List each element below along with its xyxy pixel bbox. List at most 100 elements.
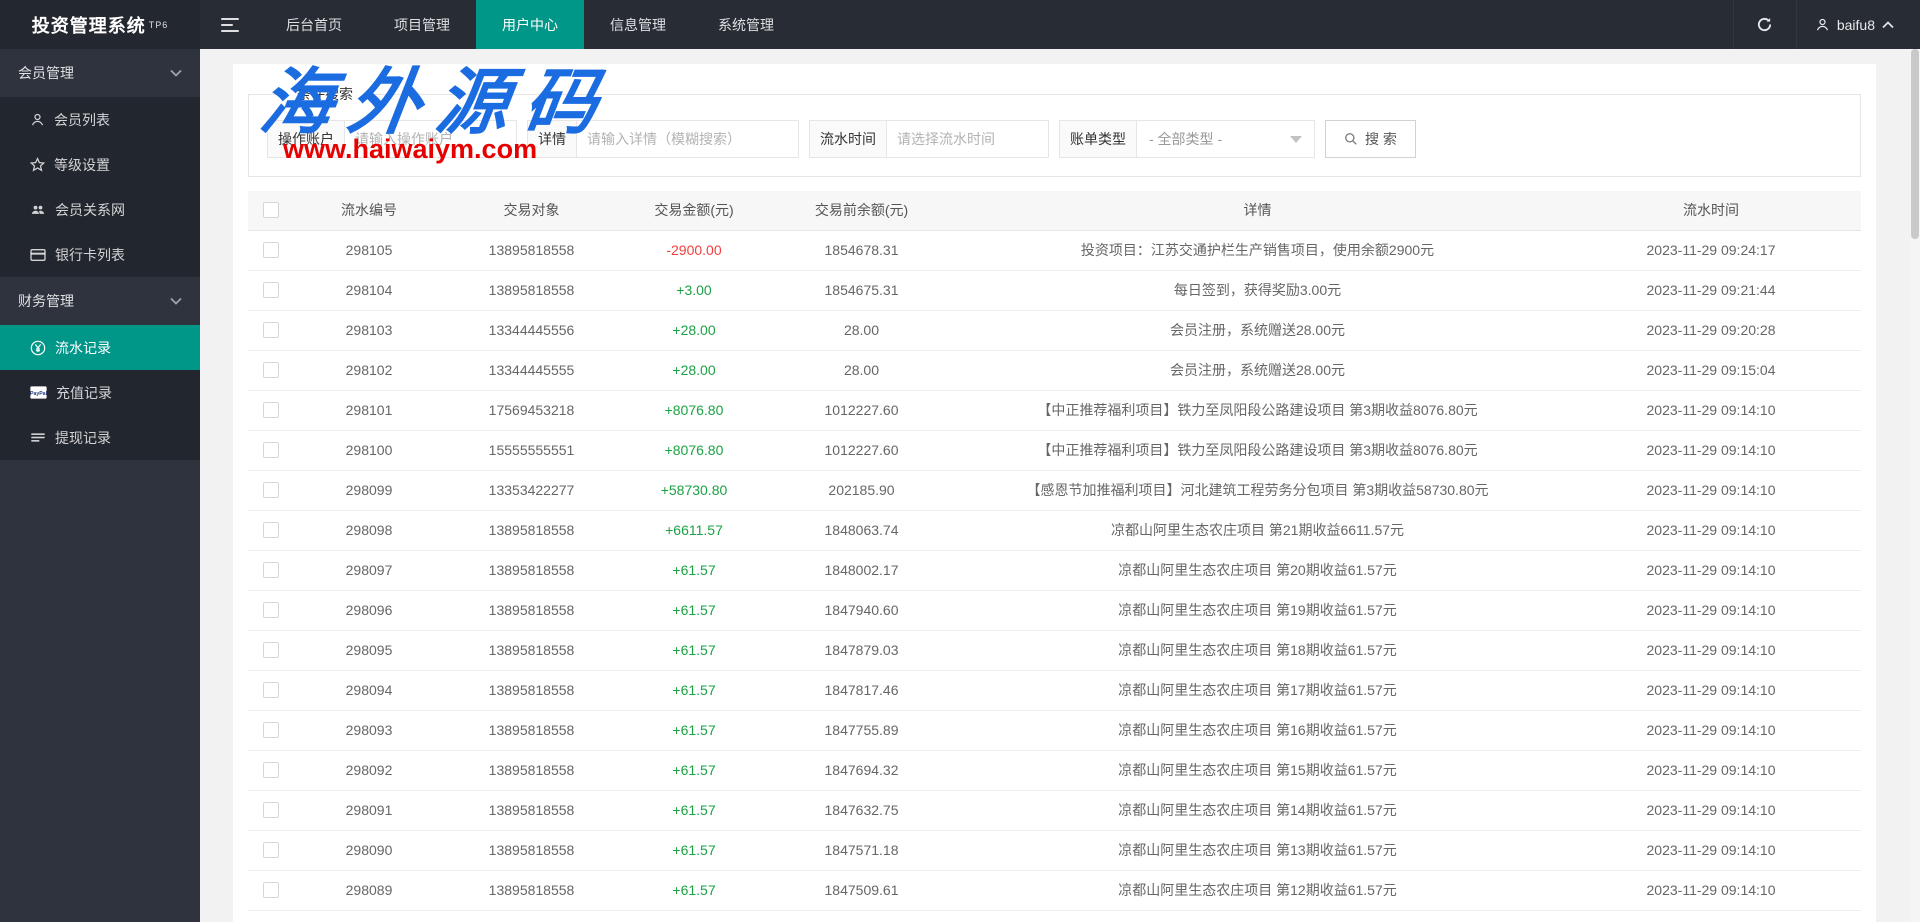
sidebar-item-withdraw-records[interactable]: 提现记录	[0, 415, 200, 460]
cell-trade-target: 13895818558	[444, 790, 619, 830]
cell-pre-balance: 1847509.61	[769, 870, 954, 910]
cell-flow-time: 2023-11-29 09:21:44	[1561, 270, 1861, 310]
sidebar-toggle-icon[interactable]	[200, 0, 260, 49]
detail-input[interactable]	[577, 120, 799, 158]
row-checkbox[interactable]	[263, 522, 279, 538]
table-row: 29809713895818558+61.571848002.17凉都山阿里生态…	[248, 550, 1861, 590]
cell-trade-amount: -2900.00	[619, 230, 769, 270]
cell-flow-id: 298100	[294, 430, 444, 470]
cell-flow-id: 298098	[294, 510, 444, 550]
tab-system[interactable]: 系统管理	[692, 0, 800, 49]
row-checkbox[interactable]	[263, 362, 279, 378]
cell-pre-balance: 1847571.18	[769, 830, 954, 870]
table-row: 29809813895818558+6611.571848063.74凉都山阿里…	[248, 510, 1861, 550]
flow-time-input[interactable]	[887, 120, 1049, 158]
cell-trade-amount: +3.00	[619, 270, 769, 310]
cell-trade-amount: +61.57	[619, 670, 769, 710]
row-checkbox[interactable]	[263, 642, 279, 658]
cell-flow-time: 2023-11-29 09:14:10	[1561, 790, 1861, 830]
vertical-scrollbar[interactable]	[1910, 49, 1920, 922]
cell-flow-time: 2023-11-29 09:14:10	[1561, 750, 1861, 790]
cell-pre-balance: 1854678.31	[769, 230, 954, 270]
cell-pre-balance: 1847755.89	[769, 710, 954, 750]
cell-trade-target: 13895818558	[444, 750, 619, 790]
field-flow-time: 流水时间	[809, 120, 1049, 158]
sidebar-item-member-list[interactable]: 会员列表	[0, 97, 200, 142]
row-checkbox[interactable]	[263, 682, 279, 698]
search-button[interactable]: 搜 索	[1325, 120, 1416, 158]
row-checkbox[interactable]	[263, 402, 279, 418]
row-checkbox[interactable]	[263, 562, 279, 578]
sidebar-group-finance[interactable]: 财务管理	[0, 277, 200, 325]
row-checkbox[interactable]	[263, 882, 279, 898]
field-bill-type: 账单类型 - 全部类型 -	[1059, 120, 1315, 158]
detail-label: 详情	[527, 120, 577, 158]
cell-detail: 凉都山阿里生态农庄项目 第15期收益61.57元	[954, 750, 1561, 790]
cell-flow-time: 2023-11-29 09:14:10	[1561, 550, 1861, 590]
operator-account-input[interactable]	[345, 120, 517, 158]
cell-pre-balance: 1854675.31	[769, 270, 954, 310]
row-checkbox[interactable]	[263, 842, 279, 858]
cell-detail: 【感恩节加推福利项目】河北建筑工程劳务分包项目 第3期收益58730.80元	[954, 470, 1561, 510]
cell-detail: 【中正推荐福利项目】铁力至凤阳段公路建设项目 第3期收益8076.80元	[954, 390, 1561, 430]
cell-flow-time: 2023-11-29 09:14:10	[1561, 510, 1861, 550]
refresh-button[interactable]	[1733, 0, 1797, 49]
row-checkbox[interactable]	[263, 602, 279, 618]
row-checkbox[interactable]	[263, 722, 279, 738]
sidebar-group-member[interactable]: 会员管理	[0, 49, 200, 97]
sidebar-item-label: 银行卡列表	[55, 245, 125, 265]
tab-home[interactable]: 后台首页	[260, 0, 368, 49]
cell-flow-id: 298101	[294, 390, 444, 430]
bank-card-icon	[30, 248, 46, 262]
chevron-down-icon	[170, 69, 182, 77]
tab-information[interactable]: 信息管理	[584, 0, 692, 49]
cell-trade-amount: +8076.80	[619, 430, 769, 470]
cell-trade-amount: +61.57	[619, 910, 769, 922]
cell-detail: 凉都山阿里生态农庄项目 第11期收益61.57元	[954, 910, 1561, 922]
table-row: 29810015555555551+8076.801012227.60【中正推荐…	[248, 430, 1861, 470]
sidebar-item-level-settings[interactable]: 等级设置	[0, 142, 200, 187]
bill-type-select[interactable]: - 全部类型 -	[1137, 120, 1315, 158]
tab-projects[interactable]: 项目管理	[368, 0, 476, 49]
flow-records-panel: 海外源码 www.haiwaiym.com 条件搜索 操作账户 详情 流水时间	[233, 64, 1876, 922]
user-menu[interactable]: baifu8	[1797, 0, 1920, 49]
scrollbar-thumb[interactable]	[1911, 49, 1919, 239]
row-checkbox[interactable]	[263, 282, 279, 298]
sidebar-item-member-network[interactable]: 会员关系网	[0, 187, 200, 232]
dropdown-arrow-icon	[1290, 136, 1302, 143]
cell-trade-amount: +61.57	[619, 590, 769, 630]
cell-flow-time: 2023-11-29 09:14:10	[1561, 830, 1861, 870]
cell-flow-time: 2023-11-29 09:14:10	[1561, 670, 1861, 710]
cell-trade-amount: +6611.57	[619, 510, 769, 550]
cell-flow-time: 2023-11-29 09:14:10	[1561, 590, 1861, 630]
username: baifu8	[1837, 17, 1875, 33]
select-all-checkbox[interactable]	[263, 202, 279, 218]
table-row: 29809313895818558+61.571847755.89凉都山阿里生态…	[248, 710, 1861, 750]
cell-detail: 凉都山阿里生态农庄项目 第17期收益61.57元	[954, 670, 1561, 710]
cell-detail: 每日签到，获得奖励3.00元	[954, 270, 1561, 310]
star-icon	[30, 157, 45, 172]
cell-trade-amount: +61.57	[619, 710, 769, 750]
sidebar-item-flow-records[interactable]: 流水记录	[0, 325, 200, 370]
sidebar-group-label: 会员管理	[18, 63, 74, 83]
cell-trade-amount: +61.57	[619, 830, 769, 870]
chevron-up-icon	[1882, 21, 1894, 29]
row-checkbox[interactable]	[263, 802, 279, 818]
cell-pre-balance: 28.00	[769, 350, 954, 390]
flow-table-body: 29810513895818558-2900.001854678.31投资项目：…	[248, 230, 1861, 922]
row-checkbox[interactable]	[263, 442, 279, 458]
cell-pre-balance: 1847632.75	[769, 790, 954, 830]
cell-trade-target: 13895818558	[444, 670, 619, 710]
app-brand-version: TP6	[149, 20, 169, 30]
row-checkbox[interactable]	[263, 242, 279, 258]
sidebar-item-bank-cards[interactable]: 银行卡列表	[0, 232, 200, 277]
sidebar-item-recharge-records[interactable]: PayPal 充值记录	[0, 370, 200, 415]
row-checkbox[interactable]	[263, 762, 279, 778]
cell-flow-id: 298097	[294, 550, 444, 590]
cell-flow-id: 298104	[294, 270, 444, 310]
cell-trade-target: 13353422277	[444, 470, 619, 510]
tab-user-center[interactable]: 用户中心	[476, 0, 584, 49]
row-checkbox[interactable]	[263, 322, 279, 338]
row-checkbox[interactable]	[263, 482, 279, 498]
sidebar-group-label: 财务管理	[18, 291, 74, 311]
